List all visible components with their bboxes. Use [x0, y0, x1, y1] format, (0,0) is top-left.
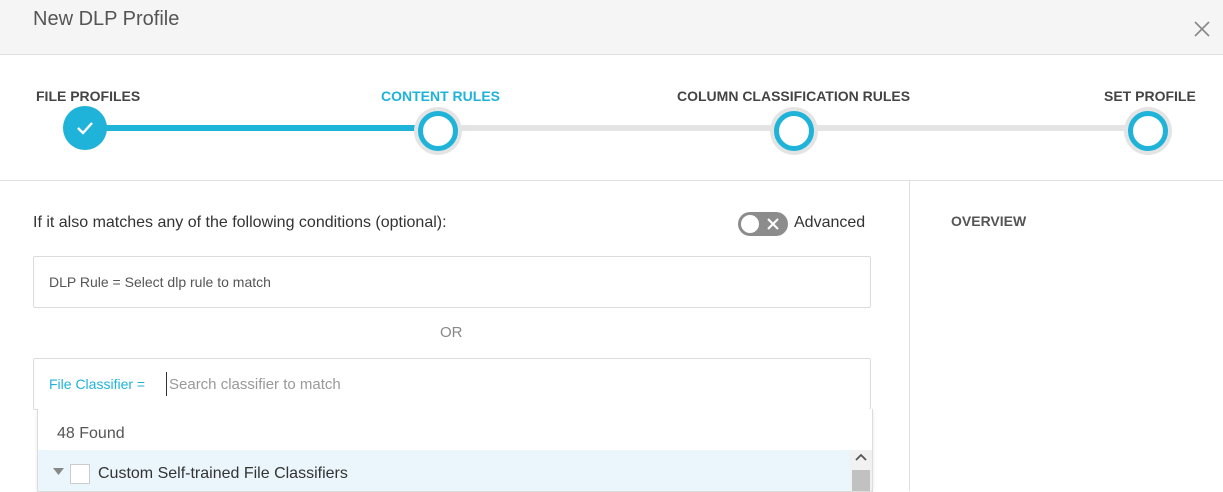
conditions-label: If it also matches any of the following … [33, 214, 447, 231]
scroll-up-arrow-icon[interactable] [855, 453, 867, 461]
dlp-rule-text: DLP Rule = Select dlp rule to match [49, 274, 271, 290]
dropdown-scrollbar[interactable] [850, 450, 872, 491]
content-rules-panel: If it also matches any of the following … [0, 181, 909, 492]
check-icon [77, 122, 93, 135]
found-count: 48 Found [57, 425, 125, 442]
overview-title: OVERVIEW [951, 213, 1027, 229]
step-label-set-profile[interactable]: SET PROFILE [1104, 88, 1196, 104]
classifier-search-input[interactable] [166, 372, 849, 396]
step-node-column-classification-rules[interactable] [774, 111, 814, 151]
close-icon[interactable] [1193, 20, 1211, 38]
progress-track-fill [85, 125, 438, 131]
file-classifier-field: File Classifier = [33, 358, 871, 410]
step-label-column-classification-rules[interactable]: COLUMN CLASSIFICATION RULES [677, 88, 910, 104]
toggle-x-icon [767, 218, 779, 230]
toggle-knob [741, 215, 759, 233]
advanced-label: Advanced [794, 214, 866, 231]
advanced-toggle[interactable] [738, 212, 788, 236]
step-node-file-profiles[interactable] [63, 106, 107, 150]
group-checkbox[interactable] [70, 464, 90, 484]
modal-header: New DLP Profile [0, 0, 1223, 55]
dlp-rule-field[interactable]: DLP Rule = Select dlp rule to match [33, 256, 871, 308]
or-divider: OR [440, 324, 463, 341]
list-item[interactable]: Custom Self-trained File Classifiers [38, 450, 850, 491]
scrollbar-thumb[interactable] [852, 470, 870, 491]
file-classifier-label: File Classifier = [49, 376, 146, 392]
step-label-content-rules[interactable]: CONTENT RULES [381, 88, 500, 104]
classifier-dropdown: 48 Found Custom Self-trained File Classi… [37, 409, 873, 492]
step-label-file-profiles[interactable]: FILE PROFILES [36, 88, 140, 104]
modal-title: New DLP Profile [33, 8, 180, 30]
group-label: Custom Self-trained File Classifiers [98, 465, 348, 482]
wizard-steps: FILE PROFILES CONTENT RULES COLUMN CLASS… [0, 55, 1223, 181]
step-node-set-profile[interactable] [1128, 111, 1168, 151]
caret-down-icon[interactable] [53, 468, 64, 475]
overview-panel: OVERVIEW [909, 181, 1223, 491]
step-node-content-rules[interactable] [418, 111, 458, 151]
